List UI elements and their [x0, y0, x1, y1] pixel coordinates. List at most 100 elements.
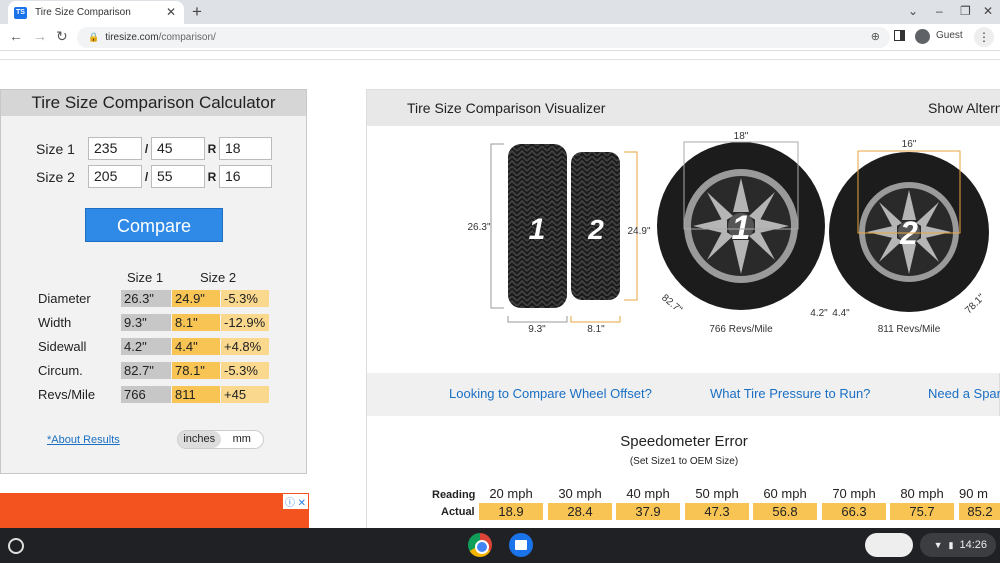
result-label: Sidewall: [38, 339, 87, 354]
size1-label: Size 1: [36, 140, 75, 157]
result-row: Width 9.3" 8.1" -12.9%: [38, 314, 270, 331]
reading-cell: 20 mph: [489, 486, 533, 501]
holding-space-icon[interactable]: [865, 533, 913, 557]
page-viewport: Tire Size Comparison Calculator Size 1 2…: [0, 52, 1000, 528]
size2-aspect-input[interactable]: 55: [151, 165, 205, 188]
side-panel-icon[interactable]: [894, 30, 905, 41]
slash: /: [144, 141, 149, 156]
unit-toggle[interactable]: inches mm: [177, 430, 264, 449]
comparison-visualizer: Tire Size Comparison Visualizer Show Alt…: [366, 89, 1000, 528]
result-diff: -5.3%: [221, 362, 269, 379]
result-row: Diameter 26.3" 24.9" -5.3%: [38, 290, 270, 307]
back-icon[interactable]: ←: [9, 28, 23, 44]
unit-mm-option[interactable]: mm: [221, 431, 264, 448]
tab-strip: TS Tire Size Comparison ✕ + ⌄ – ❐ ✕: [0, 0, 1000, 24]
result-diff: -5.3%: [221, 290, 269, 307]
revs2-label: 811 Revs/Mile: [878, 324, 941, 335]
reading-cell: 30 mph: [558, 486, 602, 501]
actual-cell: 28.4: [548, 503, 612, 520]
result-diff: +4.8%: [221, 338, 269, 355]
chevron-down-icon[interactable]: ⌄: [908, 4, 918, 18]
size2-width-input[interactable]: 205: [88, 165, 142, 188]
actual-cell: 75.7: [890, 503, 954, 520]
result-size2: 24.9": [172, 290, 220, 307]
result-row: Sidewall 4.2" 4.4" +4.8%: [38, 338, 270, 355]
reading-cell: 80 mph: [900, 486, 944, 501]
kebab-menu-icon[interactable]: ⋮: [974, 27, 994, 47]
calculator-title: Tire Size Comparison Calculator: [1, 90, 306, 116]
reading-cell: 40 mph: [626, 486, 670, 501]
revs1-label: 766 Revs/Mile: [709, 324, 773, 335]
diameter2-label: 24.9": [627, 226, 650, 237]
files-app-icon[interactable]: [509, 533, 533, 557]
close-tab-icon[interactable]: ✕: [166, 5, 176, 19]
reading-cell: 90 m: [959, 486, 988, 501]
new-tab-button[interactable]: +: [192, 2, 202, 22]
address-bar[interactable]: 🔒 tiresize.com/comparison/ ⊕: [77, 27, 890, 48]
reload-icon[interactable]: ↻: [56, 28, 68, 45]
ad-choices-icon[interactable]: ⓘ ✕: [282, 494, 308, 509]
speedometer-title: Speedometer Error: [620, 433, 748, 450]
zoom-icon[interactable]: ⊕: [871, 30, 880, 43]
wheel-offset-link[interactable]: Looking to Compare Wheel Offset?: [449, 386, 652, 401]
comparison-calculator: Tire Size Comparison Calculator Size 1 2…: [0, 89, 307, 474]
show-alternatives-link[interactable]: Show Altern: [928, 100, 1000, 116]
width1-bracket: [507, 316, 568, 323]
lock-icon: 🔒: [88, 32, 100, 42]
favicon-icon: TS: [14, 6, 27, 19]
clock: 14:26: [959, 539, 987, 551]
tire2-number: 2: [587, 214, 604, 245]
chrome-app-icon[interactable]: [468, 533, 492, 557]
forward-icon[interactable]: →: [33, 28, 47, 44]
guest-avatar-icon[interactable]: [915, 29, 930, 44]
size2-rim-input[interactable]: 16: [219, 165, 272, 188]
size1-aspect-input[interactable]: 45: [151, 137, 205, 160]
speedometer-error-section: Speedometer Error (Set Size1 to OEM Size…: [367, 416, 1000, 528]
tire1-number: 1: [529, 213, 546, 246]
result-size1: 766: [121, 386, 171, 403]
ad-banner[interactable]: ⓘ ✕: [0, 493, 309, 528]
tire-diagram-svg: 1 2 26.3" 24.9" 9.3" 8.1" 1 18" 4.2" 82.…: [467, 131, 989, 335]
width2-bracket: [570, 316, 621, 323]
spare-link[interactable]: Need a Spar: [928, 386, 1000, 401]
launcher-icon[interactable]: [8, 538, 24, 554]
battery-icon: ▮: [948, 539, 954, 550]
result-size2: 811: [172, 386, 220, 403]
wifi-icon: ▼: [933, 540, 943, 550]
unit-inches-option[interactable]: inches: [178, 431, 221, 448]
circ1-label: 82.7": [659, 292, 684, 316]
tire1-wheel-number: 1: [732, 209, 751, 247]
result-row: Revs/Mile 766 811 +45: [38, 386, 270, 403]
about-results-link[interactable]: *About Results: [47, 434, 120, 446]
minimize-button[interactable]: –: [936, 4, 943, 18]
result-label: Revs/Mile: [38, 387, 96, 402]
size1-width-input[interactable]: 235: [88, 137, 142, 160]
close-window-button[interactable]: ✕: [983, 4, 993, 18]
result-diff: -12.9%: [221, 314, 269, 331]
actual-cell: 47.3: [685, 503, 749, 520]
profile-label[interactable]: Guest: [936, 30, 963, 41]
result-size1: 82.7": [121, 362, 171, 379]
actual-cell: 37.9: [616, 503, 680, 520]
compare-button[interactable]: Compare: [85, 208, 223, 242]
restore-button[interactable]: ❐: [960, 4, 971, 18]
width1-label: 9.3": [528, 324, 546, 335]
tire-pressure-link[interactable]: What Tire Pressure to Run?: [710, 386, 870, 401]
result-size1: 4.2": [121, 338, 171, 355]
status-tray[interactable]: ▼ ▮ 14:26: [920, 533, 996, 557]
result-label: Diameter: [38, 291, 91, 306]
result-label: Width: [38, 315, 72, 330]
result-diff: +45: [221, 386, 269, 403]
circ2-label: 78.1": [963, 292, 987, 316]
r-label: R: [207, 141, 217, 156]
tire-diagram: 1 2 26.3" 24.9" 9.3" 8.1" 1 18" 4.2" 82.…: [367, 126, 1000, 373]
diameter1-bracket: [490, 143, 504, 309]
result-size2: 8.1": [172, 314, 220, 331]
os-shelf: [0, 528, 1000, 563]
actual-label: Actual: [441, 506, 475, 518]
actual-cell: 66.3: [822, 503, 886, 520]
tab-tire-size-comparison[interactable]: TS Tire Size Comparison ✕: [8, 1, 184, 24]
size1-rim-input[interactable]: 18: [219, 137, 272, 160]
url-path: /comparison/: [158, 32, 216, 43]
visualizer-header: Tire Size Comparison Visualizer Show Alt…: [367, 90, 1000, 126]
